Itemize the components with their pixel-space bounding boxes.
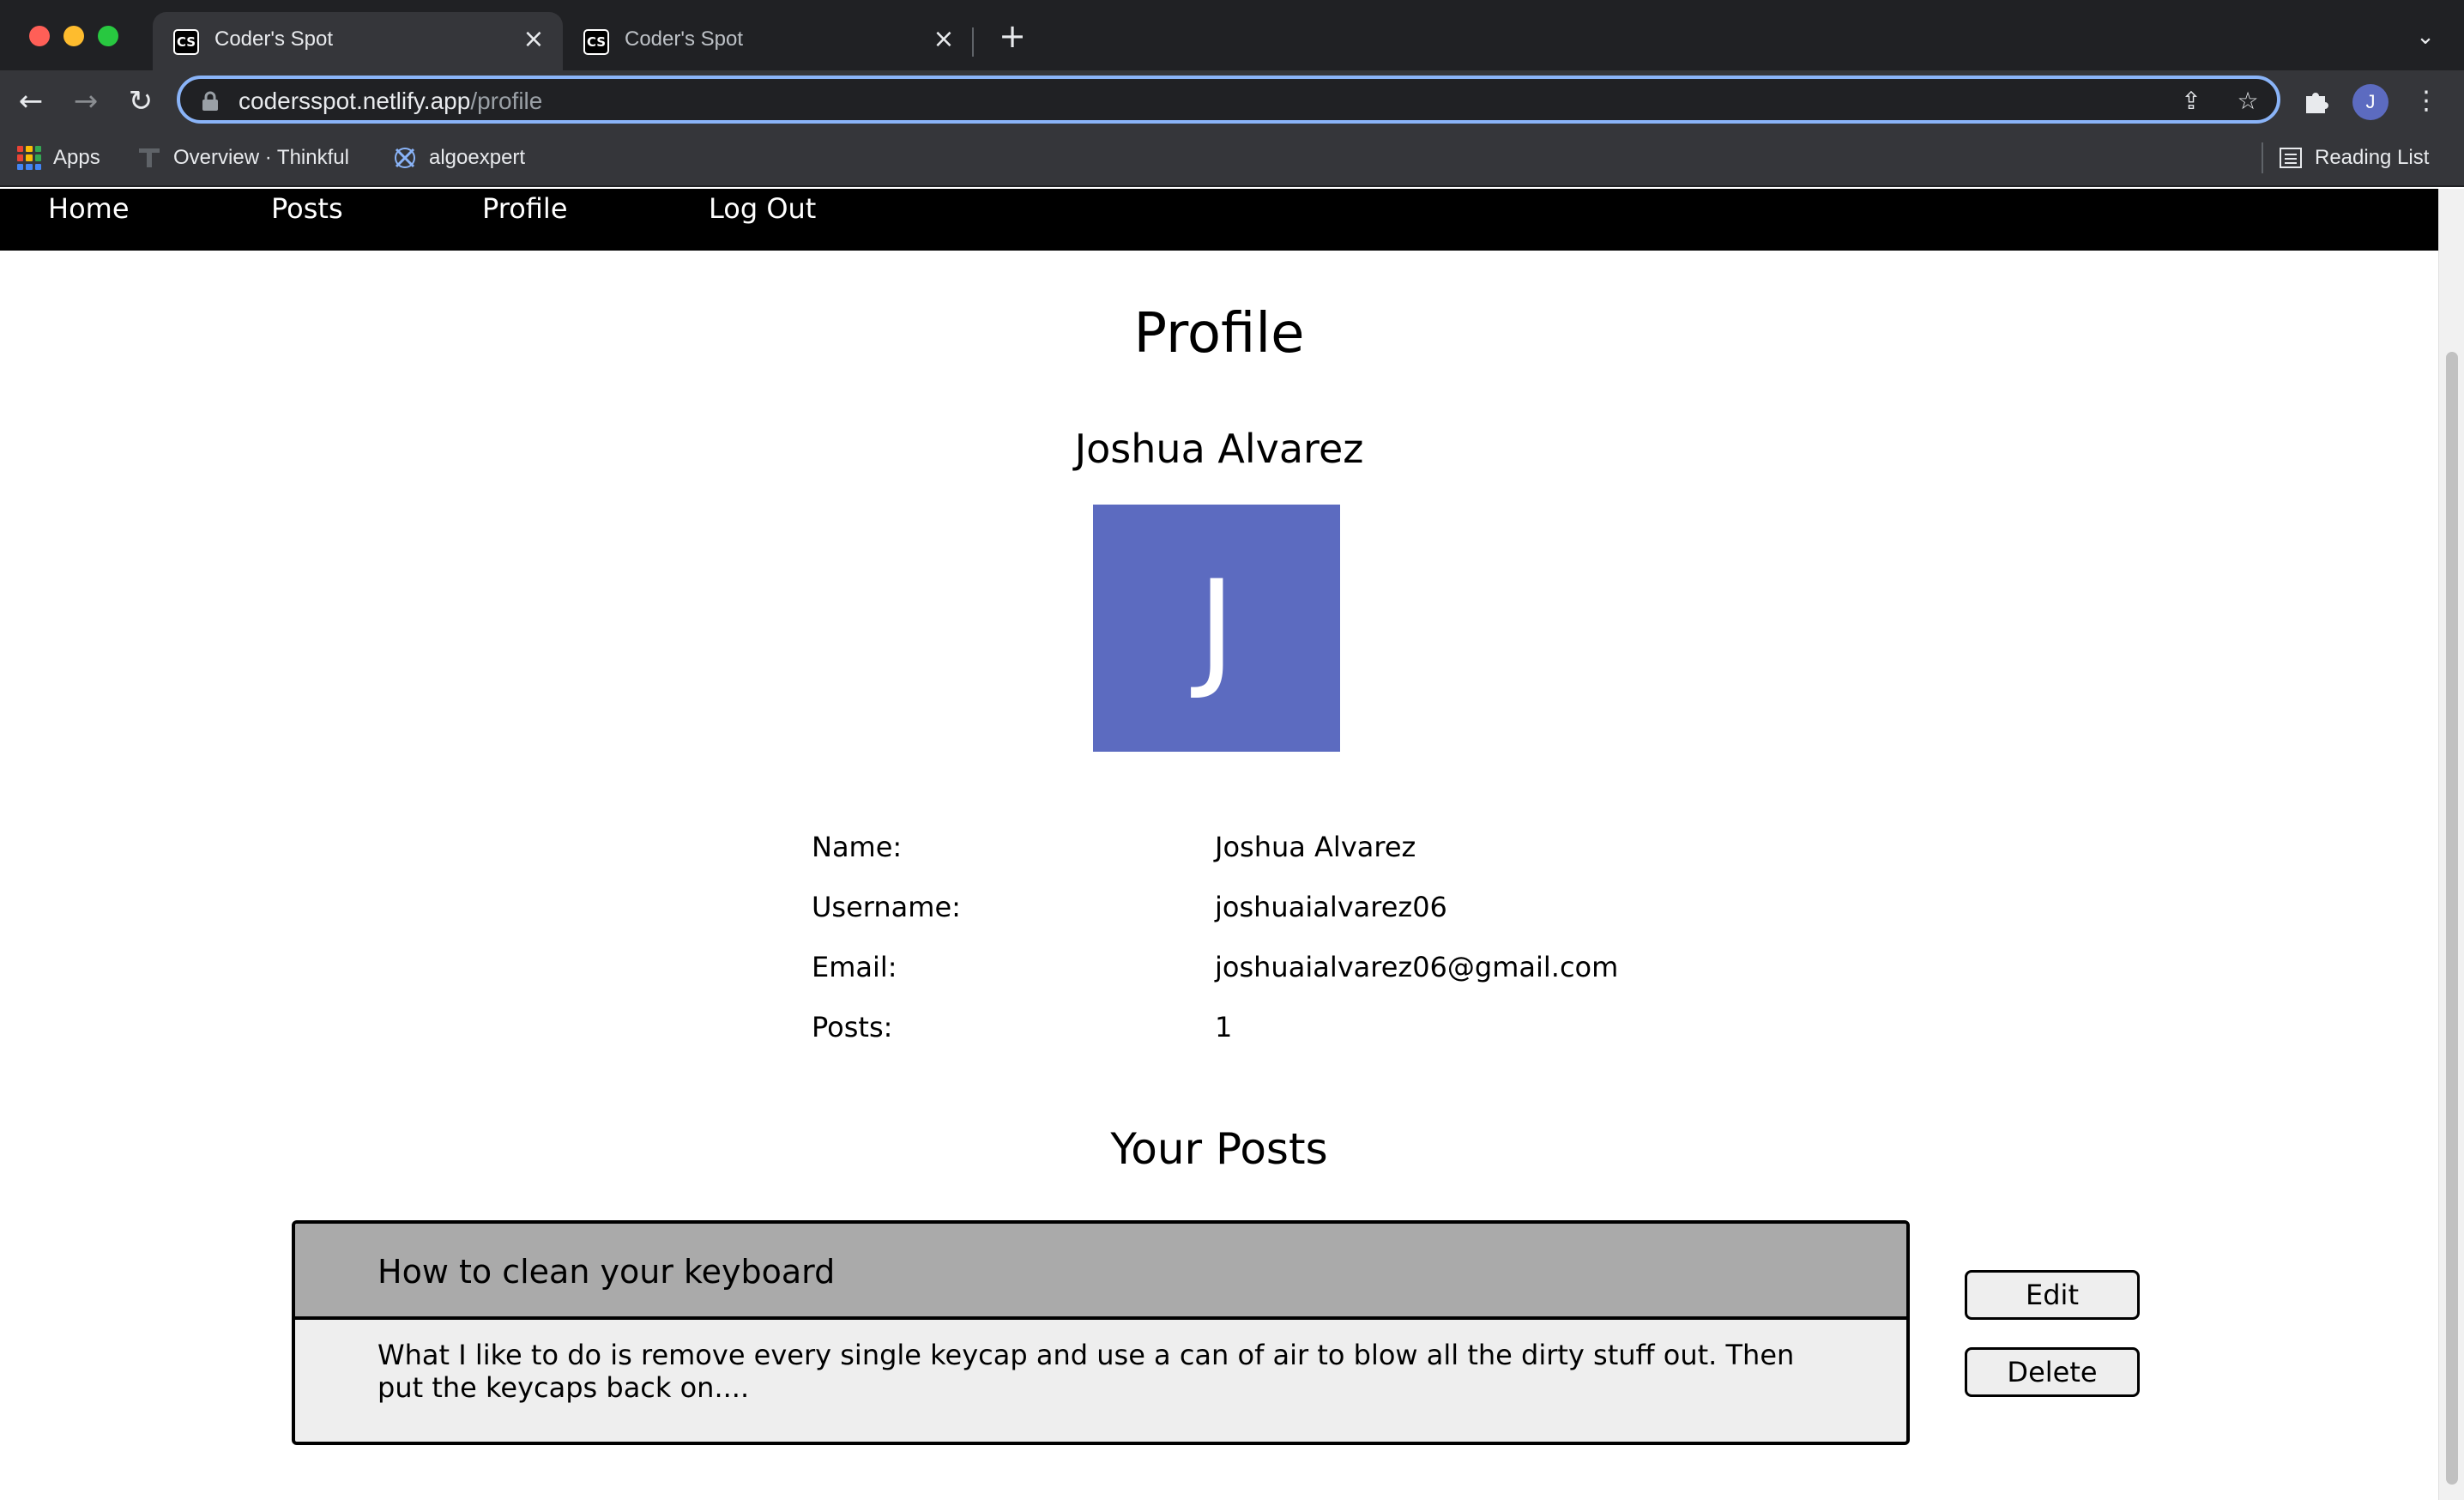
url-text: codersspot.netlify.app/profile (239, 88, 542, 115)
url-path: /profile (470, 88, 543, 114)
bookmark-label: Overview · Thinkful (173, 146, 349, 169)
reading-list-icon (2280, 148, 2302, 168)
delete-post-button[interactable]: Delete (1965, 1347, 2140, 1397)
forward-arrow-icon[interactable]: → (67, 82, 105, 120)
browser-menu-kebab-icon[interactable]: ⋮ (2407, 82, 2445, 120)
share-icon[interactable]: ⇪ (2176, 86, 2207, 117)
new-tab-icon[interactable]: + (995, 19, 1030, 53)
edit-post-button[interactable]: Edit (1965, 1270, 2140, 1320)
site-navbar: Home Posts Profile Log Out (0, 189, 2438, 251)
bookmark-label: algoexpert (429, 146, 526, 169)
address-bar[interactable]: codersspot.netlify.app/profile ⇪ ☆ (177, 76, 2280, 124)
nav-profile-link[interactable]: Profile (482, 192, 568, 225)
tab-title: Coder's Spot (625, 27, 743, 51)
algoexpert-icon (395, 148, 415, 168)
nav-logout-link[interactable]: Log Out (709, 192, 816, 225)
tab-divider (972, 27, 974, 57)
post-body: What I like to do is remove every single… (377, 1339, 1795, 1404)
info-value-posts: 1 (1215, 1011, 1233, 1043)
extensions-puzzle-icon[interactable] (2303, 88, 2330, 115)
tab-search-chevron-icon[interactable]: ⌄ (2411, 22, 2440, 51)
reload-icon[interactable]: ↻ (122, 82, 160, 120)
bookmark-algoexpert[interactable]: algoexpert (393, 142, 525, 173)
page-scrollbar[interactable] (2438, 189, 2464, 1500)
browser-tab-active[interactable]: CS Coder's Spot × (153, 12, 563, 70)
bookmarks-divider (2262, 142, 2263, 173)
profile-user-name: Joshua Alvarez (1074, 426, 1364, 472)
bookmark-star-icon[interactable]: ☆ (2232, 86, 2263, 117)
info-value-email: joshuaialvarez06@gmail.com (1215, 951, 1619, 983)
lock-icon (202, 91, 218, 111)
nav-home-link[interactable]: Home (48, 192, 130, 225)
nav-posts-link[interactable]: Posts (271, 192, 343, 225)
tab-title: Coder's Spot (214, 27, 333, 51)
reading-list-label: Reading List (2315, 146, 2430, 169)
your-posts-heading: Your Posts (1110, 1124, 1328, 1174)
thinkful-icon (139, 148, 160, 167)
url-domain: codersspot.netlify.app (239, 88, 471, 114)
scrollbar-thumb[interactable] (2446, 352, 2458, 1485)
window-zoom-button[interactable] (98, 26, 118, 46)
info-label-posts: Posts: (812, 1011, 893, 1043)
window-close-button[interactable] (29, 26, 50, 46)
page-title: Profile (1133, 302, 1305, 366)
bookmark-thinkful[interactable]: Overview · Thinkful (137, 142, 349, 173)
close-tab-icon[interactable]: × (518, 24, 549, 55)
page-content: Home Posts Profile Log Out Profile Joshu… (0, 189, 2438, 1500)
site-favicon-icon: CS (173, 29, 199, 55)
apps-grid-icon (17, 146, 41, 170)
back-arrow-icon[interactable]: ← (12, 82, 50, 120)
browser-profile-avatar[interactable]: J (2352, 84, 2389, 120)
profile-avatar: J (1093, 505, 1340, 752)
site-favicon-icon: CS (583, 29, 609, 55)
reading-list-button[interactable]: Reading List (2279, 142, 2429, 173)
info-value-name: Joshua Alvarez (1215, 831, 1416, 863)
close-tab-icon[interactable]: × (928, 24, 959, 55)
browser-tab-inactive[interactable]: CS Coder's Spot × (563, 12, 973, 70)
info-label-username: Username: (812, 891, 961, 923)
bookmarks-bar: Apps Overview · Thinkful algoexpert Read… (0, 130, 2464, 187)
info-label-email: Email: (812, 951, 897, 983)
bookmark-label: Apps (53, 146, 100, 169)
bookmark-apps[interactable]: Apps (17, 142, 100, 173)
info-label-name: Name: (812, 831, 903, 863)
post-card-header: How to clean your keyboard (295, 1224, 1906, 1320)
window-minimize-button[interactable] (63, 26, 84, 46)
browser-tab-bar: CS Coder's Spot × CS Coder's Spot × + ⌄ (0, 0, 2464, 70)
post-title: How to clean your keyboard (377, 1253, 836, 1291)
browser-toolbar: ← → ↻ codersspot.netlify.app/profile ⇪ ☆… (0, 70, 2464, 130)
post-card[interactable]: How to clean your keyboard What I like t… (292, 1220, 1910, 1445)
info-value-username: joshuaialvarez06 (1215, 891, 1447, 923)
